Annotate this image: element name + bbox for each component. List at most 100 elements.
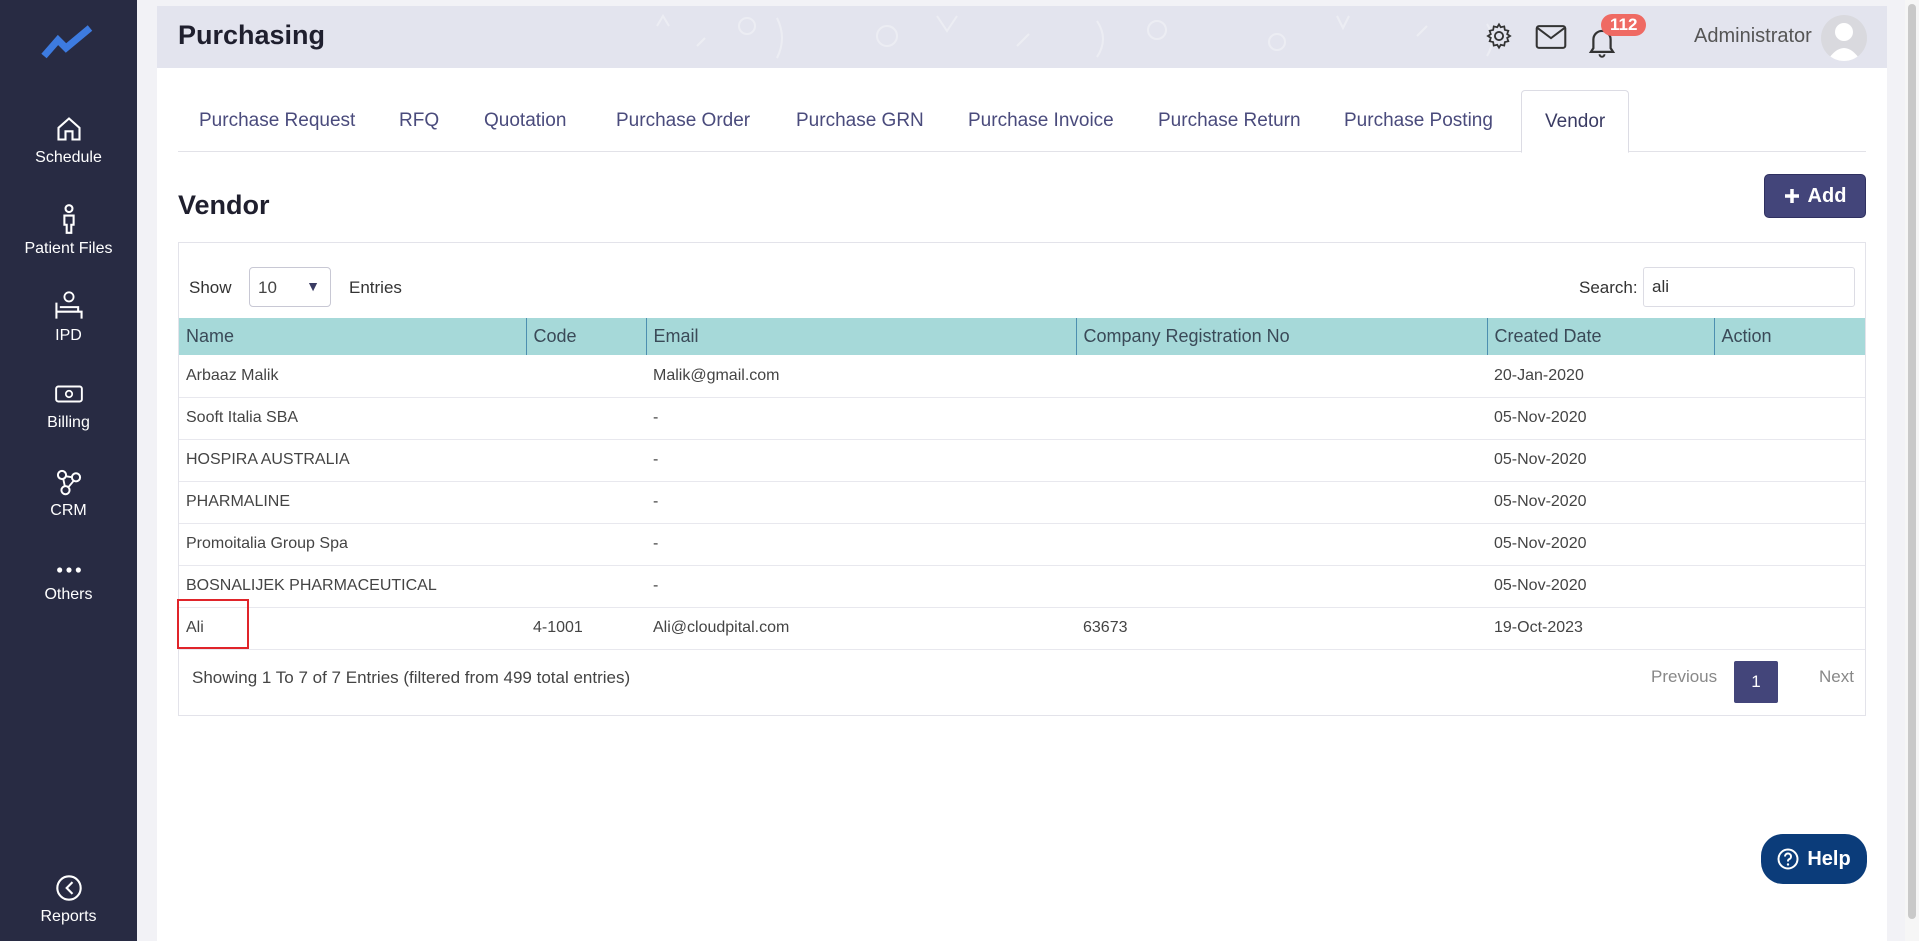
tab-rfq[interactable]: RFQ — [399, 90, 439, 151]
cell-email: Ali@cloudpital.com — [646, 607, 1076, 650]
cell-action[interactable] — [1714, 607, 1865, 650]
page-1-button[interactable]: 1 — [1734, 661, 1778, 703]
cell-code — [526, 439, 646, 482]
bed-icon — [54, 291, 83, 319]
tab-purchase-request[interactable]: Purchase Request — [199, 90, 355, 151]
table-row[interactable]: Promoitalia Group Spa - 05-Nov-2020 — [179, 523, 1865, 566]
more-icon — [56, 567, 81, 573]
cell-name: Promoitalia Group Spa — [179, 523, 526, 566]
sidebar-item-label: Schedule — [35, 149, 102, 166]
table-row[interactable]: Arbaaz Malik Malik@gmail.com 20-Jan-2020 — [179, 355, 1865, 398]
tab-purchase-invoice[interactable]: Purchase Invoice — [968, 90, 1114, 151]
page-title: Purchasing — [178, 20, 326, 50]
cell-action[interactable] — [1714, 355, 1865, 398]
table-row[interactable]: Sooft Italia SBA - 05-Nov-2020 — [179, 397, 1865, 440]
tab-purchase-posting[interactable]: Purchase Posting — [1344, 90, 1493, 151]
cell-created-date: 05-Nov-2020 — [1487, 397, 1714, 440]
cell-name: HOSPIRA AUSTRALIA — [179, 439, 526, 482]
tab-purchase-grn[interactable]: Purchase GRN — [796, 90, 924, 151]
sidebar-item-reports[interactable]: Reports — [0, 874, 137, 926]
cell-code — [526, 565, 646, 608]
cell-email: - — [646, 439, 1076, 482]
column-header-created-date[interactable]: Created Date — [1487, 318, 1715, 355]
scrollbar-thumb[interactable] — [1908, 4, 1916, 919]
column-header-action[interactable]: Action — [1714, 318, 1865, 355]
sidebar-item-ipd[interactable]: IPD — [0, 291, 137, 345]
avatar[interactable] — [1821, 15, 1867, 61]
cell-registration — [1076, 523, 1487, 566]
top-bar: Purchasing 112 Administrator — [157, 6, 1887, 68]
cell-name: Arbaaz Malik — [179, 355, 526, 398]
cell-action[interactable] — [1714, 523, 1865, 566]
table-row[interactable]: PHARMALINE - 05-Nov-2020 — [179, 481, 1865, 524]
cell-created-date: 05-Nov-2020 — [1487, 523, 1714, 566]
table-header-row: Name Code Email Company Registration No … — [179, 318, 1865, 355]
add-vendor-button[interactable]: Add — [1764, 174, 1866, 218]
sidebar: Schedule Patient Files IPD Billing CRM O… — [0, 0, 137, 941]
table-row[interactable]: BOSNALIJEK PHARMACEUTICAL - 05-Nov-2020 — [179, 565, 1865, 608]
column-header-name[interactable]: Name — [179, 318, 527, 355]
sidebar-item-label: CRM — [50, 502, 87, 519]
cell-name[interactable]: Ali — [179, 607, 526, 650]
help-button[interactable]: Help — [1761, 834, 1867, 884]
section-title: Vendor — [178, 190, 270, 220]
table-row[interactable]: HOSPIRA AUSTRALIA - 05-Nov-2020 — [179, 439, 1865, 482]
cell-action[interactable] — [1714, 565, 1865, 608]
entries-select[interactable]: 10 ▼ — [249, 267, 331, 307]
previous-page-button[interactable]: Previous — [1651, 667, 1717, 687]
sidebar-item-patient-files[interactable]: Patient Files — [0, 204, 137, 258]
table-info: Showing 1 To 7 of 7 Entries (filtered fr… — [192, 668, 631, 687]
cell-action[interactable] — [1714, 439, 1865, 482]
app-logo-icon[interactable] — [40, 22, 96, 62]
entries-value: 10 — [258, 278, 277, 297]
cell-name: PHARMALINE — [179, 481, 526, 524]
column-header-registration[interactable]: Company Registration No — [1076, 318, 1488, 355]
cell-code — [526, 523, 646, 566]
main-panel: Purchasing 112 Administrator Purchase Re… — [157, 6, 1887, 941]
sidebar-item-schedule[interactable]: Schedule — [0, 115, 137, 167]
cell-registration — [1076, 481, 1487, 524]
cell-created-date: 05-Nov-2020 — [1487, 565, 1714, 608]
search-input[interactable] — [1643, 267, 1855, 307]
sidebar-item-label: Reports — [40, 908, 97, 925]
cell-registration: 63673 — [1076, 607, 1487, 650]
cell-registration — [1076, 565, 1487, 608]
tab-quotation[interactable]: Quotation — [484, 90, 566, 151]
gear-icon[interactable] — [1485, 22, 1513, 50]
sidebar-item-others[interactable]: Others — [0, 560, 137, 604]
vendor-table-card: Show 10 ▼ Entries Search: Name Code Emai… — [178, 242, 1866, 716]
chevron-down-icon: ▼ — [306, 278, 320, 294]
next-page-button[interactable]: Next — [1819, 667, 1854, 687]
tab-purchase-order[interactable]: Purchase Order — [616, 90, 750, 151]
column-header-email[interactable]: Email — [646, 318, 1077, 355]
tab-purchase-return[interactable]: Purchase Return — [1158, 90, 1301, 151]
user-icon — [1827, 23, 1861, 61]
cell-email: - — [646, 565, 1076, 608]
plus-icon — [1784, 189, 1799, 203]
cell-action[interactable] — [1714, 397, 1865, 440]
sidebar-item-label: Billing — [47, 414, 90, 431]
help-label: Help — [1807, 847, 1851, 870]
network-icon — [56, 469, 81, 496]
column-header-code[interactable]: Code — [526, 318, 647, 355]
cell-name: BOSNALIJEK PHARMACEUTICAL — [179, 565, 526, 608]
cell-code — [526, 397, 646, 440]
page-scrollbar[interactable] — [1905, 0, 1919, 941]
notification-badge[interactable]: 112 — [1601, 14, 1647, 36]
sidebar-item-crm[interactable]: CRM — [0, 468, 137, 520]
user-name[interactable]: Administrator — [1694, 25, 1812, 48]
mail-icon[interactable] — [1535, 24, 1567, 50]
sidebar-item-billing[interactable]: Billing — [0, 380, 137, 432]
cell-email: Malik@gmail.com — [646, 355, 1076, 398]
cell-action[interactable] — [1714, 481, 1865, 524]
cell-email: - — [646, 397, 1076, 440]
tab-vendor[interactable]: Vendor — [1521, 90, 1630, 153]
cell-registration — [1076, 397, 1487, 440]
money-icon — [54, 385, 83, 403]
table-row[interactable]: Ali 4-1001 Ali@cloudpital.com 63673 19-O… — [179, 607, 1865, 650]
question-icon — [1777, 848, 1799, 870]
cell-code — [526, 481, 646, 524]
entries-label: Entries — [349, 278, 402, 297]
cell-registration — [1076, 355, 1487, 398]
sidebar-item-label: Others — [44, 586, 93, 603]
